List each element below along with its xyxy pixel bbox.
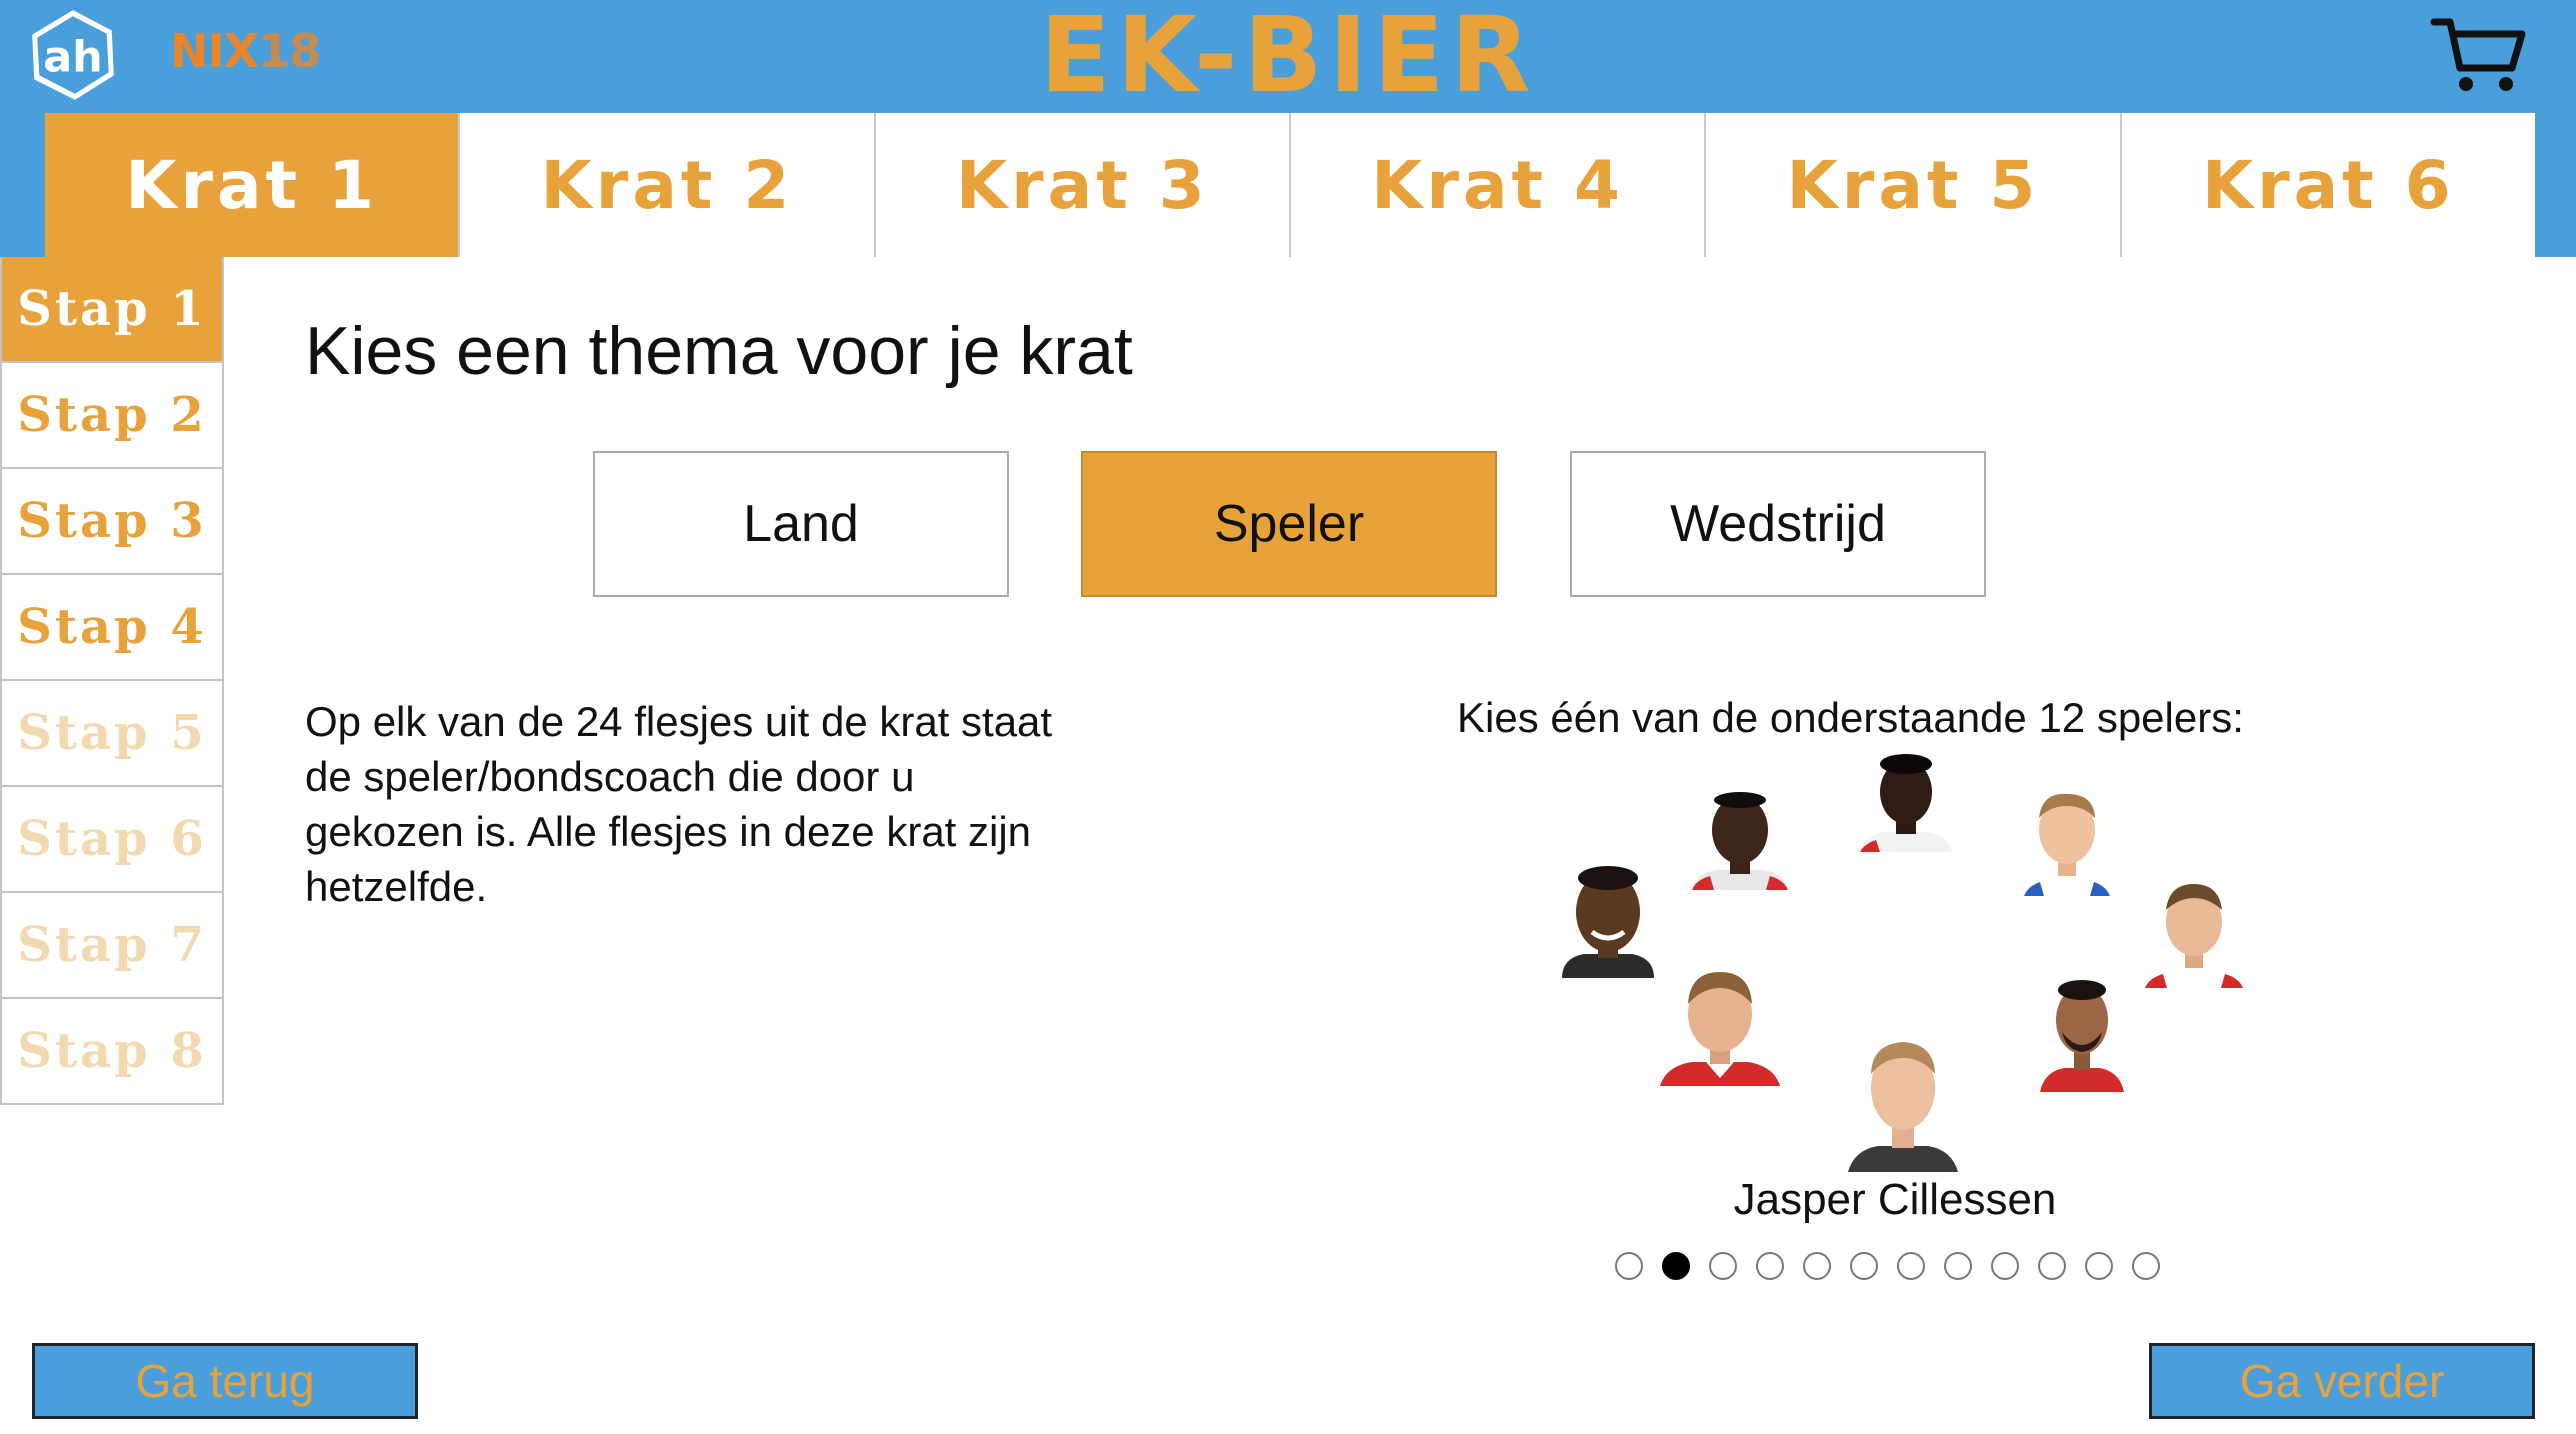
carousel-dot[interactable] [2085, 1252, 2113, 1280]
carousel-dot[interactable] [2132, 1252, 2160, 1280]
site-title: EK-BIER [1039, 0, 1537, 116]
player-pick-label: Kies één van de onderstaande 12 spelers: [1457, 694, 2244, 741]
krat-tabs: Krat 1 Krat 2 Krat 3 Krat 4 Krat 5 Krat … [45, 113, 2535, 257]
tab-krat-2[interactable]: Krat 2 [460, 113, 876, 257]
player-portrait[interactable] [2022, 788, 2112, 896]
carousel-dot[interactable] [1662, 1252, 1690, 1280]
player-portrait[interactable] [1860, 752, 1952, 852]
carousel-dot[interactable] [2038, 1252, 2066, 1280]
theme-description: Op elk van de 24 flesjes uit de krat sta… [305, 698, 1053, 910]
carousel-dot[interactable] [1709, 1252, 1737, 1280]
carousel-dots [1615, 1252, 2160, 1280]
header-bar: ah NIX18 EK-BIER Krat 1 Krat 2 Krat 3 Kr… [0, 0, 2576, 257]
tab-krat-4[interactable]: Krat 4 [1290, 113, 1707, 257]
step-1[interactable]: Stap 1 [0, 257, 224, 363]
page-title: Kies een thema voor je krat [305, 313, 1133, 389]
step-2[interactable]: Stap 2 [0, 363, 224, 469]
carousel-dot[interactable] [1615, 1252, 1643, 1280]
carousel-dot[interactable] [1850, 1252, 1878, 1280]
cart-icon[interactable] [2430, 16, 2526, 96]
player-portrait[interactable] [2040, 972, 2124, 1092]
player-portrait[interactable] [2143, 876, 2245, 988]
step-sidebar: Stap 1 Stap 2 Stap 3 Stap 4 Stap 5 Stap … [0, 257, 224, 1105]
carousel-dot[interactable] [1944, 1252, 1972, 1280]
theme-wedstrijd-button[interactable]: Wedstrijd [1570, 451, 1986, 597]
step-6: Stap 6 [0, 787, 224, 893]
player-portrait[interactable] [1848, 1030, 1958, 1172]
tab-krat-5[interactable]: Krat 5 [1706, 113, 2122, 257]
carousel-dot[interactable] [1897, 1252, 1925, 1280]
tab-krat-3[interactable]: Krat 3 [875, 113, 1291, 257]
step-5: Stap 5 [0, 681, 224, 787]
selected-player-name: Jasper Cillessen [1733, 1175, 2057, 1224]
step-3[interactable]: Stap 3 [0, 469, 224, 575]
tab-krat-1[interactable]: Krat 1 [45, 113, 461, 257]
player-portrait[interactable] [1562, 862, 1654, 978]
step-4[interactable]: Stap 4 [0, 575, 224, 681]
next-button[interactable]: Ga verder [2149, 1343, 2535, 1419]
theme-land-button[interactable]: Land [593, 451, 1009, 597]
carousel-dot[interactable] [1991, 1252, 2019, 1280]
back-button[interactable]: Ga terug [32, 1343, 418, 1419]
carousel-dot[interactable] [1756, 1252, 1784, 1280]
player-portrait[interactable] [1660, 962, 1780, 1086]
carousel-dot[interactable] [1803, 1252, 1831, 1280]
step-7: Stap 7 [0, 893, 224, 999]
step-8: Stap 8 [0, 999, 224, 1105]
tab-krat-6[interactable]: Krat 6 [2121, 113, 2535, 257]
theme-speler-button[interactable]: Speler [1081, 451, 1497, 597]
player-portrait[interactable] [1690, 790, 1790, 890]
